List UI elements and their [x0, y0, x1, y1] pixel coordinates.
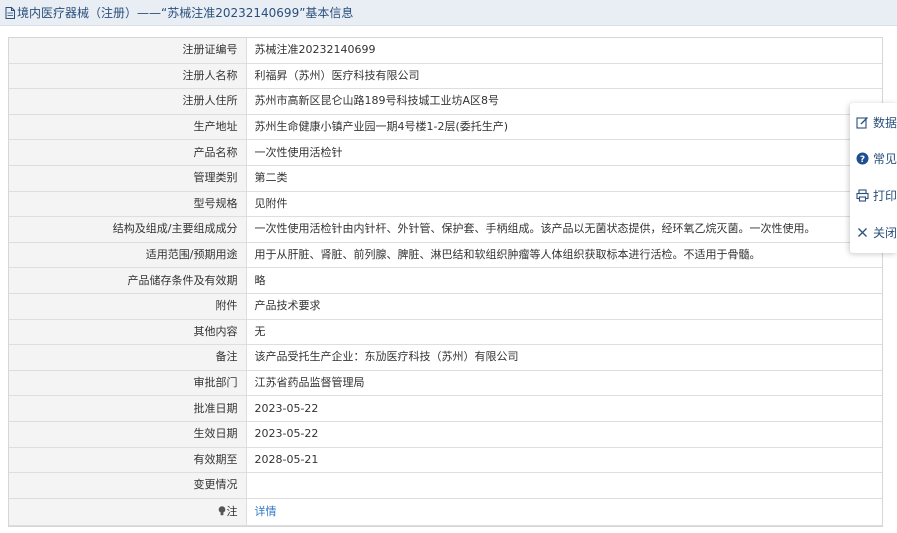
field-label: 结构及组成/主要组成成分 [9, 216, 247, 243]
field-value: 2028-05-21 [245, 446, 882, 474]
detail-panel: 注册证编号 苏械注准20232140699 注册人名称 利福昇（苏州）医疗科技有限公司… [8, 37, 883, 527]
field-label: 审批部门 [9, 369, 247, 397]
field-label: 生效日期 [9, 420, 247, 448]
side-item-label: 常见 [873, 151, 897, 166]
side-item-label: 数据 [873, 115, 897, 130]
table-row: 注册证编号 苏械注准20232140699 [9, 38, 882, 64]
side-item-faq[interactable]: ? 常见 [856, 149, 897, 167]
table-row: 产品名称 一次性使用活检针 [9, 139, 882, 166]
field-value: 2023-05-22 [245, 395, 882, 422]
svg-text:?: ? [860, 155, 865, 165]
field-value: 江苏省药品监督管理局 [245, 369, 882, 397]
field-value: 略 [245, 267, 882, 294]
table-row: 注册人名称 利福昇（苏州）医疗科技有限公司 [9, 62, 882, 90]
close-icon [858, 227, 867, 237]
table-row: 批准日期 2023-05-22 [9, 395, 882, 422]
table-row: 生产地址 苏州生命健康小镇产业园一期4号楼1-2层(委托生产) [9, 113, 882, 141]
table-row: 适用范围/预期用途 用于从肝脏、肾脏、前列腺、脾脏、淋巴结和软组织肿瘤等人体组织获… [9, 241, 882, 269]
field-label: 型号规格 [9, 190, 247, 218]
field-label: 注册人名称 [9, 62, 247, 90]
print-icon [856, 188, 869, 202]
field-value: 第二类 [245, 164, 882, 192]
field-value: 无 [245, 318, 882, 346]
page-title: 境内医疗器械（注册）——“苏械注准20232140699”基本信息 [17, 6, 354, 20]
field-label: 有效期至 [9, 446, 247, 474]
field-value: 一次性使用活检针 [245, 139, 882, 166]
field-value: 该产品受托生产企业：东劢医疗科技（苏州）有限公司 [245, 344, 882, 371]
field-label: 其他内容 [9, 318, 247, 346]
field-value: 用于从肝脏、肾脏、前列腺、脾脏、淋巴结和软组织肿瘤等人体组织获取标本进行活检。不… [245, 241, 882, 269]
field-value: 苏械注准20232140699 [245, 38, 882, 64]
field-value: 利福昇（苏州）医疗科技有限公司 [245, 62, 882, 90]
field-label: 批准日期 [9, 395, 247, 422]
field-value: 2023-05-22 [245, 420, 882, 448]
field-label: 管理类别 [9, 164, 247, 192]
field-value: 一次性使用活检针由内针杆、外针管、保护套、手柄组成。该产品以无菌状态提供，经环氧… [245, 216, 882, 243]
edit-icon [856, 116, 868, 129]
table-row: 型号规格 见附件 [9, 190, 882, 218]
field-value: 苏州市高新区昆仑山路189号科技城工业坊A区8号 [245, 88, 882, 115]
note-row: 注 详情 [9, 497, 882, 526]
field-label: 产品储存条件及有效期 [9, 267, 247, 294]
side-item-label: 打印 [873, 188, 897, 203]
field-label: 产品名称 [9, 139, 247, 166]
field-label: 注册人住所 [9, 88, 247, 115]
table-row: 产品储存条件及有效期略 [9, 267, 882, 294]
field-label: 附件 [9, 292, 247, 320]
field-label: 适用范围/预期用途 [9, 241, 247, 269]
field-value: 产品技术要求 [245, 292, 882, 320]
table-row: 管理类别 第二类 [9, 164, 882, 192]
detail-table: 注册证编号 苏械注准20232140699 注册人名称 利福昇（苏州）医疗科技有限公司… [9, 38, 882, 526]
detail-table-body: 注册证编号 苏械注准20232140699 注册人名称 利福昇（苏州）医疗科技有限公司… [9, 38, 882, 526]
note-label-cell: 注 [9, 497, 247, 526]
field-label: 备注 [9, 344, 247, 371]
note-value-cell: 详情 [245, 497, 882, 526]
note-label: 注 [226, 504, 238, 518]
page-header: 境内医疗器械（注册）——“苏械注准20232140699”基本信息 [0, 0, 897, 26]
side-toolbar: 数据 ? 常见 打印 关闭 [850, 103, 897, 253]
field-value: 见附件 [245, 190, 882, 218]
field-label: 注册证编号 [9, 38, 247, 64]
side-item-label: 关闭 [873, 225, 897, 240]
table-row: 备注 该产品受托生产企业：东劢医疗科技（苏州）有限公司 [9, 344, 882, 371]
document-icon [5, 6, 15, 19]
table-row: 附件 产品技术要求 [9, 292, 882, 320]
side-item-data[interactable]: 数据 [856, 113, 897, 131]
field-label: 生产地址 [9, 113, 247, 141]
help-icon: ? [856, 152, 869, 165]
table-row: 结构及组成/主要组成成分 一次性使用活检针由内针杆、外针管、保护套、手柄组成。该产… [9, 216, 882, 243]
field-value [245, 472, 882, 499]
table-row: 注册人住所 苏州市高新区昆仑山路189号科技城工业坊A区8号 [9, 88, 882, 115]
field-label: 变更情况 [9, 472, 247, 499]
table-row: 有效期至 2028-05-21 [9, 446, 882, 474]
lightbulb-icon [218, 505, 225, 515]
side-item-print[interactable]: 打印 [856, 186, 897, 204]
table-row: 其他内容无 [9, 318, 882, 346]
table-row: 生效日期 2023-05-22 [9, 420, 882, 448]
side-item-close[interactable]: 关闭 [856, 223, 897, 241]
table-row: 变更情况 [9, 472, 882, 499]
table-row: 审批部门 江苏省药品监督管理局 [9, 369, 882, 397]
field-value: 苏州生命健康小镇产业园一期4号楼1-2层(委托生产) [245, 113, 882, 141]
details-link[interactable]: 详情 [255, 505, 277, 518]
